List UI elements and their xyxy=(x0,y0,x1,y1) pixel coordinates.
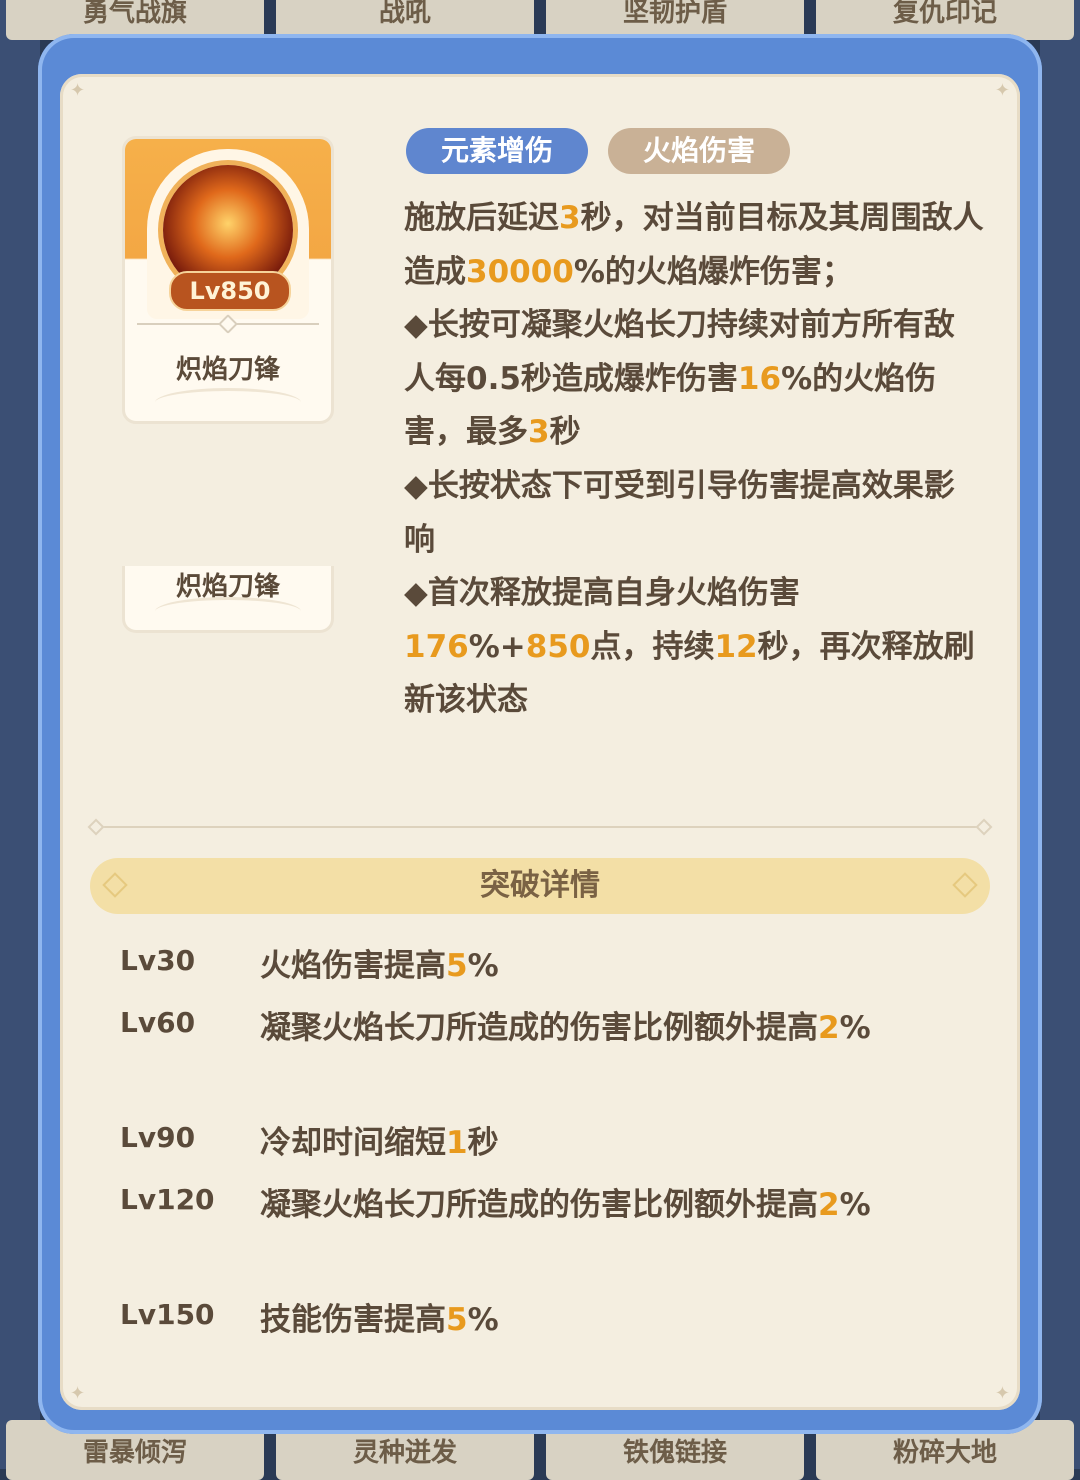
card-swirl-ornament xyxy=(155,388,301,417)
background-right xyxy=(1040,0,1080,1469)
breakthrough-effect: 技能伤害提高5% xyxy=(260,1302,499,1338)
breakthrough-effect: 冷却时间缩短1秒 xyxy=(260,1125,499,1161)
section-divider xyxy=(96,826,984,828)
breakthrough-header: 突破详情 xyxy=(90,858,990,914)
breakthrough-level: Lv30 xyxy=(120,944,196,977)
desc-paragraph-1: 施放后延迟3秒，对当前目标及其周围敌人造成30000%的火焰爆炸伤害； xyxy=(404,200,984,290)
skill-card: Lv850 炽焰刀锋 xyxy=(122,136,334,424)
breakthrough-level: Lv150 xyxy=(120,1298,215,1331)
skill-description: 施放后延迟3秒，对当前目标及其周围敌人造成30000%的火焰爆炸伤害； ◆长按可… xyxy=(404,192,984,728)
breakthrough-effect: 火焰伤害提高5% xyxy=(260,948,499,984)
skill-name: 炽焰刀锋 xyxy=(175,355,280,385)
breakthrough-effect: 凝聚火焰长刀所造成的伤害比例额外提高2% xyxy=(260,1010,871,1046)
diamond-ornament-icon xyxy=(102,872,128,898)
tag-element-damage: 元素增伤 xyxy=(406,128,588,174)
breakthrough-level: Lv90 xyxy=(120,1121,196,1154)
breakthrough-level: Lv120 xyxy=(120,1183,215,1216)
background-left xyxy=(0,0,40,1469)
corner-ornament-icon: ✦ xyxy=(994,80,1010,101)
desc-paragraph-3: ◆长按状态下可受到引导伤害提高效果影响 xyxy=(404,467,955,558)
diamond-ornament-icon xyxy=(952,872,978,898)
breakthrough-level: Lv60 xyxy=(120,1006,196,1039)
breakthrough-title: 突破详情 xyxy=(480,868,600,903)
card-swirl-ornament xyxy=(155,597,301,626)
corner-ornament-icon: ✦ xyxy=(70,1383,86,1404)
skill-level-badge: Lv850 xyxy=(169,271,291,311)
tag-fire-damage: 火焰伤害 xyxy=(608,128,790,174)
skill-card-ghost: 炽焰刀锋 xyxy=(122,566,334,633)
corner-ornament-icon: ✦ xyxy=(994,1383,1010,1404)
desc-paragraph-2: ◆长按可凝聚火焰长刀持续对前方所有敌人每0.5秒造成爆炸伤害16%的火焰伤害，最… xyxy=(404,307,955,451)
corner-ornament-icon: ✦ xyxy=(70,80,86,101)
breakthrough-effect: 凝聚火焰长刀所造成的伤害比例额外提高2% xyxy=(260,1187,871,1223)
desc-paragraph-4: ◆首次释放提高自身火焰伤害176%+850点，持续12秒，再次释放刷新该状态 xyxy=(404,575,975,719)
